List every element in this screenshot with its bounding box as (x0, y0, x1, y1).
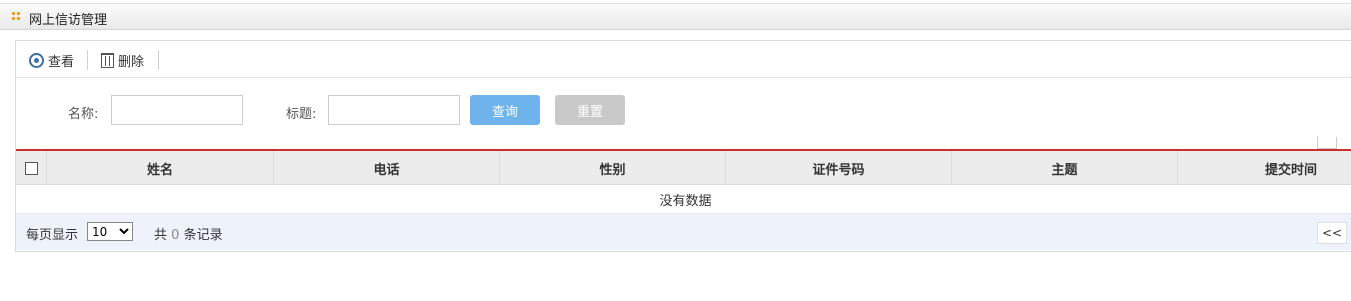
content-panel: 查看 删除 名称: 标题: 查询 重置 姓名 电话 性别 证件号码 主题 提交时… (15, 40, 1351, 252)
total-prefix: 共 (154, 228, 168, 243)
prev-page-button[interactable]: << (1317, 222, 1347, 244)
column-header-name[interactable]: 姓名 (47, 151, 274, 185)
scrollbar-nub[interactable] (1317, 137, 1337, 149)
table-header: 姓名 电话 性别 证件号码 主题 提交时间 (16, 149, 1351, 185)
view-button-label: 查看 (48, 54, 75, 70)
title-input[interactable] (328, 95, 460, 125)
query-button[interactable]: 查询 (470, 95, 540, 125)
trash-icon (101, 52, 114, 68)
pagination-bar: 每页显示 10 共 0 条记录 << (16, 213, 1351, 250)
select-all-cell (16, 151, 47, 185)
total-suffix: 条记录 (183, 228, 223, 243)
toolbar: 查看 删除 (16, 41, 1351, 78)
record-count: 共 0 条记录 (154, 224, 223, 243)
view-button[interactable]: 查看 (29, 50, 74, 70)
window-titlebar: 网上信访管理 (0, 3, 1351, 30)
toolbar-divider (158, 50, 159, 70)
toolbar-divider (87, 50, 88, 70)
column-header-phone[interactable]: 电话 (274, 151, 500, 185)
total-count: 0 (171, 228, 180, 243)
page-size-select[interactable]: 10 (87, 222, 133, 241)
eye-icon (29, 52, 44, 68)
name-label: 名称: (68, 107, 99, 122)
delete-button-label: 删除 (118, 54, 145, 70)
reset-button[interactable]: 重置 (555, 95, 625, 125)
search-form: 名称: 标题: 查询 重置 (16, 78, 1351, 148)
select-all-checkbox[interactable] (25, 162, 38, 175)
column-header-subject[interactable]: 主题 (952, 151, 1178, 185)
column-header-gender[interactable]: 性别 (500, 151, 726, 185)
delete-button[interactable]: 删除 (101, 50, 144, 70)
title-label: 标题: (286, 107, 317, 122)
name-input[interactable] (111, 95, 243, 125)
page-title: 网上信访管理 (29, 13, 108, 28)
column-header-submit-time[interactable]: 提交时间 (1178, 151, 1351, 185)
data-table: 姓名 电话 性别 证件号码 主题 提交时间 没有数据 每页显示 10 共 0 条… (16, 149, 1351, 250)
grid-icon (12, 12, 20, 20)
empty-message: 没有数据 (659, 193, 712, 209)
per-page-label: 每页显示 (26, 228, 79, 243)
column-header-id-number[interactable]: 证件号码 (726, 151, 952, 185)
